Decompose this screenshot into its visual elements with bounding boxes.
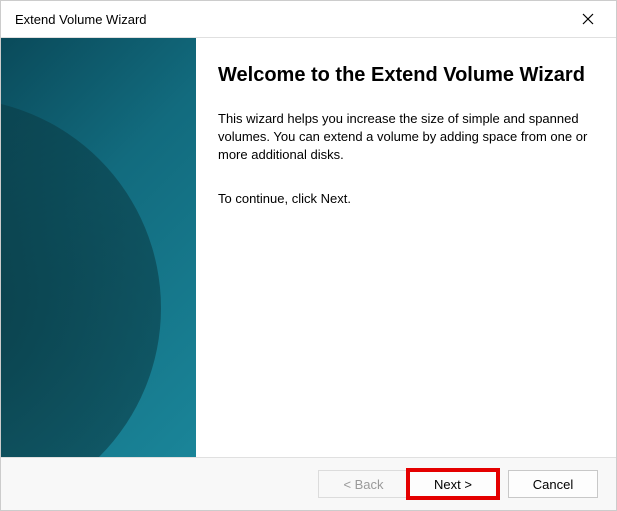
close-button[interactable]: [568, 4, 608, 34]
wizard-sidebar-graphic: [1, 38, 196, 457]
button-bar: < Back Next > Cancel: [1, 458, 616, 510]
close-icon: [582, 13, 594, 25]
continue-instruction: To continue, click Next.: [218, 191, 588, 206]
window-title: Extend Volume Wizard: [15, 12, 147, 27]
main-panel: Welcome to the Extend Volume Wizard This…: [196, 38, 616, 457]
content-area: Welcome to the Extend Volume Wizard This…: [1, 37, 616, 458]
wizard-description: This wizard helps you increase the size …: [218, 110, 588, 165]
cancel-button[interactable]: Cancel: [508, 470, 598, 498]
extend-volume-wizard-dialog: Extend Volume Wizard Welcome to the Exte…: [0, 0, 617, 511]
next-button[interactable]: Next >: [408, 470, 498, 498]
titlebar: Extend Volume Wizard: [1, 1, 616, 37]
wizard-heading: Welcome to the Extend Volume Wizard: [218, 62, 588, 88]
back-button: < Back: [318, 470, 408, 498]
nav-button-group: < Back Next >: [318, 470, 498, 498]
